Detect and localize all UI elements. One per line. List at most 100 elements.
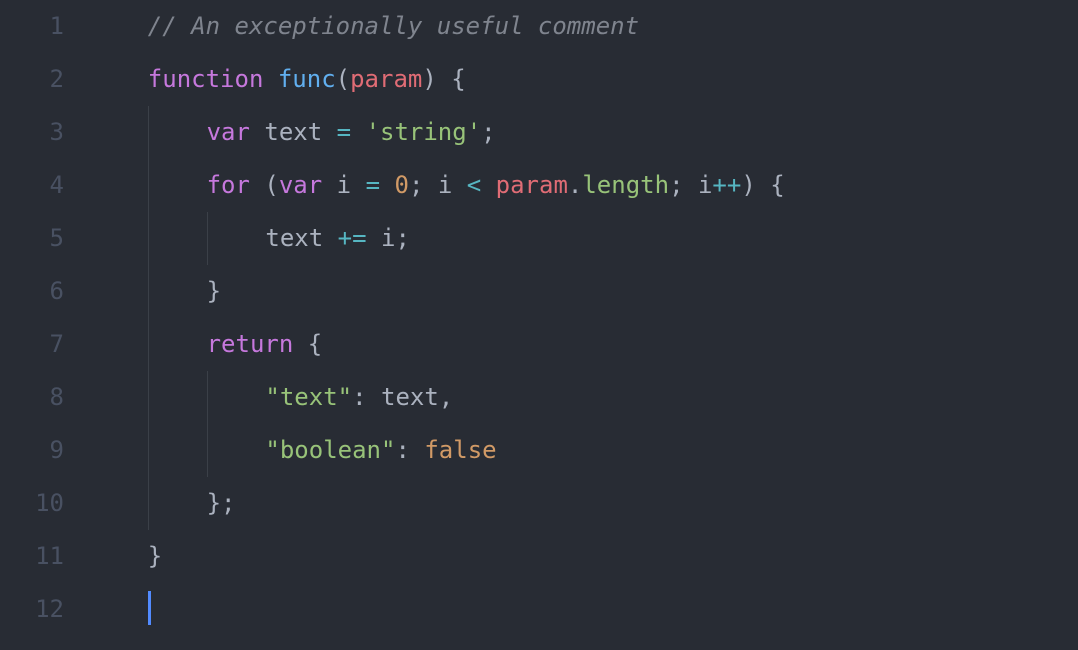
token-var-name: text bbox=[381, 383, 439, 411]
code-line[interactable]: function func(param) { bbox=[90, 53, 1078, 106]
token-whitespace bbox=[263, 65, 277, 93]
token-var-name: i bbox=[438, 171, 452, 199]
token-var-name: i bbox=[698, 171, 712, 199]
token-punct: : bbox=[352, 383, 366, 411]
token-keyword: for bbox=[207, 171, 250, 199]
token-string: "boolean" bbox=[265, 436, 395, 464]
token-punct: ; bbox=[481, 118, 495, 146]
line-number: 11 bbox=[0, 530, 64, 583]
token-whitespace bbox=[481, 171, 495, 199]
code-line[interactable]: } bbox=[90, 530, 1078, 583]
code-line[interactable]: text += i; bbox=[90, 212, 1078, 265]
token-punct: }; bbox=[207, 489, 236, 517]
token-whitespace bbox=[756, 171, 770, 199]
indent-guide bbox=[148, 424, 207, 477]
line-number-gutter: 1 2 3 4 5 6 7 8 9 10 11 12 bbox=[0, 0, 90, 650]
line-number: 2 bbox=[0, 53, 64, 106]
token-punct: } bbox=[207, 277, 221, 305]
token-string: "text" bbox=[265, 383, 352, 411]
token-whitespace bbox=[90, 65, 148, 93]
token-paren: ( bbox=[264, 171, 278, 199]
line-number: 6 bbox=[0, 265, 64, 318]
indent-guide bbox=[148, 371, 207, 424]
token-member: length bbox=[582, 171, 669, 199]
code-editor[interactable]: 1 2 3 4 5 6 7 8 9 10 11 12 // An excepti… bbox=[0, 0, 1078, 650]
token-operator: = bbox=[337, 118, 351, 146]
token-whitespace bbox=[351, 171, 365, 199]
token-whitespace bbox=[90, 12, 148, 40]
token-punct: } bbox=[148, 542, 162, 570]
code-line[interactable]: return { bbox=[90, 318, 1078, 371]
code-line[interactable]: } bbox=[90, 265, 1078, 318]
indent-guide bbox=[148, 159, 207, 212]
line-number: 7 bbox=[0, 318, 64, 371]
token-whitespace bbox=[90, 489, 148, 517]
line-number: 9 bbox=[0, 424, 64, 477]
token-var-name: text bbox=[265, 224, 323, 252]
code-line[interactable]: var text = 'string'; bbox=[90, 106, 1078, 159]
line-number: 12 bbox=[0, 583, 64, 636]
line-number: 10 bbox=[0, 477, 64, 530]
code-line[interactable]: "text": text, bbox=[90, 371, 1078, 424]
token-punct: : bbox=[395, 436, 409, 464]
token-whitespace bbox=[367, 224, 381, 252]
indent-guide bbox=[148, 318, 207, 371]
token-param: param bbox=[350, 65, 422, 93]
token-whitespace bbox=[410, 436, 424, 464]
indent-guide bbox=[207, 212, 266, 265]
line-number: 3 bbox=[0, 106, 64, 159]
token-whitespace bbox=[684, 171, 698, 199]
token-operator: ++ bbox=[712, 171, 741, 199]
code-area[interactable]: // An exceptionally useful comment funct… bbox=[90, 0, 1078, 650]
token-punct: , bbox=[439, 383, 453, 411]
code-line[interactable]: // An exceptionally useful comment bbox=[90, 0, 1078, 53]
token-string: 'string' bbox=[366, 118, 482, 146]
token-var-name: i bbox=[381, 224, 395, 252]
token-paren: ( bbox=[336, 65, 350, 93]
indent-guide bbox=[207, 424, 266, 477]
token-whitespace bbox=[250, 118, 264, 146]
token-func-name: func bbox=[278, 65, 336, 93]
token-operator: = bbox=[366, 171, 380, 199]
token-identifier: param bbox=[496, 171, 568, 199]
token-whitespace bbox=[437, 65, 451, 93]
token-paren: ) bbox=[741, 171, 755, 199]
indent-guide bbox=[148, 477, 207, 530]
token-keyword: var bbox=[207, 118, 250, 146]
code-line[interactable] bbox=[90, 583, 1078, 636]
token-whitespace bbox=[90, 171, 148, 199]
token-whitespace bbox=[90, 436, 148, 464]
indent-guide bbox=[148, 212, 207, 265]
line-number: 1 bbox=[0, 0, 64, 53]
line-number: 4 bbox=[0, 159, 64, 212]
token-whitespace bbox=[90, 383, 148, 411]
token-whitespace bbox=[90, 224, 148, 252]
token-whitespace bbox=[323, 224, 337, 252]
line-number: 8 bbox=[0, 371, 64, 424]
token-whitespace bbox=[293, 330, 307, 358]
indent-guide bbox=[207, 371, 266, 424]
code-line[interactable]: for (var i = 0; i < param.length; i++) { bbox=[90, 159, 1078, 212]
token-whitespace bbox=[423, 171, 437, 199]
token-whitespace bbox=[322, 118, 336, 146]
token-punct: { bbox=[451, 65, 465, 93]
token-var-name: i bbox=[337, 171, 351, 199]
token-comment: // An exceptionally useful comment bbox=[148, 12, 639, 40]
code-line[interactable]: "boolean": false bbox=[90, 424, 1078, 477]
token-var-name: text bbox=[264, 118, 322, 146]
token-keyword: function bbox=[148, 65, 264, 93]
indent-guide bbox=[148, 265, 207, 318]
token-whitespace bbox=[90, 595, 148, 623]
text-cursor bbox=[148, 591, 151, 625]
token-whitespace bbox=[90, 118, 148, 146]
token-whitespace bbox=[90, 277, 148, 305]
token-whitespace bbox=[452, 171, 466, 199]
indent-guide bbox=[148, 106, 207, 159]
token-whitespace bbox=[250, 171, 264, 199]
code-line[interactable]: }; bbox=[90, 477, 1078, 530]
token-punct: ; bbox=[395, 224, 409, 252]
token-whitespace bbox=[322, 171, 336, 199]
token-whitespace bbox=[90, 330, 148, 358]
token-whitespace bbox=[367, 383, 381, 411]
token-punct: { bbox=[308, 330, 322, 358]
